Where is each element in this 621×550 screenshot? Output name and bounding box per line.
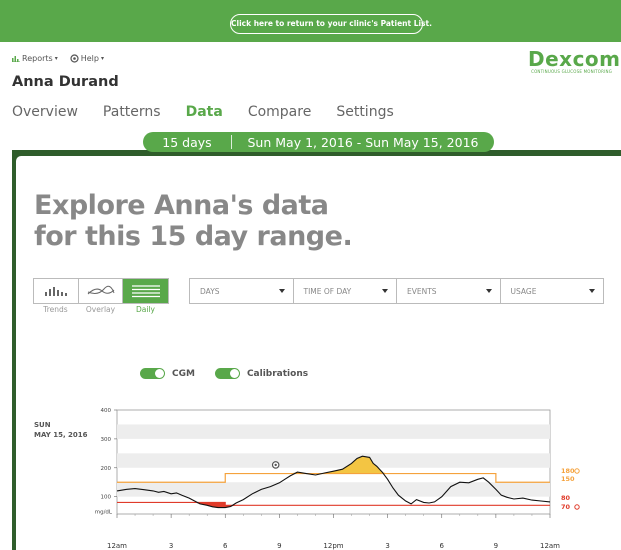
x-tick-label: 12am (540, 542, 560, 550)
daily-glucose-chart: 100 200 300 400 mg/dL 12am 3 6 9 12pm 3 6 9 12am 18015… (95, 408, 580, 550)
x-tick-label: 3 (385, 542, 389, 550)
threshold-label: 180 (561, 467, 575, 475)
threshold-label: 70 (561, 503, 571, 511)
grid-band (117, 482, 550, 497)
x-tick-label: 6 (440, 542, 445, 550)
x-tick-label: 12pm (323, 542, 343, 550)
sun-icon (574, 504, 580, 510)
y-tick-label: 100 (101, 495, 112, 501)
x-tick-label: 3 (169, 542, 173, 550)
y-tick-label: 300 (101, 437, 112, 443)
x-tick-label: 12am (107, 542, 127, 550)
moon-icon (575, 476, 578, 482)
grid-band (117, 424, 550, 439)
y-tick-label: 200 (101, 466, 112, 472)
grid-band (117, 453, 550, 468)
threshold-label: 150 (561, 475, 575, 483)
threshold-label: 80 (561, 494, 571, 502)
y-unit-label: mg/dL (95, 510, 113, 516)
moon-icon (575, 495, 578, 501)
x-tick-label: 9 (277, 542, 281, 550)
calibration-marker-dot (274, 463, 277, 467)
sun-icon (574, 468, 580, 474)
x-tick-label: 9 (494, 542, 498, 550)
y-tick-label: 400 (101, 408, 112, 414)
x-tick-label: 6 (223, 542, 228, 550)
